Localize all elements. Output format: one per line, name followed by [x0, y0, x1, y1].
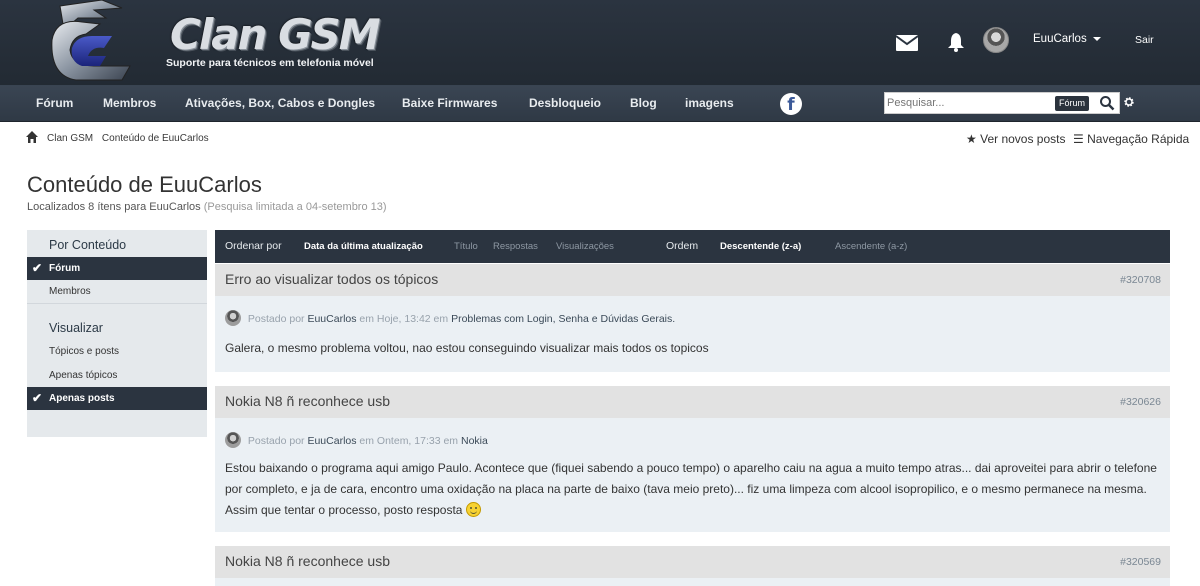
sidebar-item-forum[interactable]: ✔ Fórum	[27, 257, 207, 280]
sidebar-heading-content: Por Conteúdo	[49, 238, 127, 252]
result-id[interactable]: #320626	[1120, 396, 1161, 408]
breadcrumb-item-home[interactable]: Clan GSM	[47, 133, 93, 144]
logo-subtitle: Suporte para técnicos em telefonia móvel	[166, 57, 374, 69]
sidebar-heading-view: Visualizar	[49, 321, 103, 335]
post-meta: Postado por EuuCarlos em Ontem, 17:33 em…	[225, 432, 488, 448]
eagle-logo-icon	[51, 0, 131, 81]
menu-icon: ☰	[1073, 132, 1084, 146]
page-title: Conteúdo de EuuCarlos	[27, 172, 262, 197]
sidebar-item-label: Membros	[49, 286, 91, 297]
user-avatar[interactable]	[983, 27, 1009, 53]
sidebar-divider	[27, 303, 207, 304]
nav-item-forum[interactable]: Fórum	[36, 96, 73, 110]
breadcrumb: Clan GSM Conteúdo de EuuCarlos	[47, 133, 215, 144]
author-link[interactable]: EuuCarlos	[307, 435, 356, 447]
nav-item-members[interactable]: Membros	[103, 96, 156, 110]
user-menu[interactable]: EuuCarlos	[1033, 33, 1101, 45]
new-posts-label: Ver novos posts	[980, 132, 1066, 146]
forum-link[interactable]: Nokia	[461, 435, 488, 447]
sidebar-item-label: Apenas posts	[49, 393, 115, 404]
order-option-asc[interactable]: Ascendente (a-z)	[835, 241, 907, 252]
sort-option-views[interactable]: Visualizações	[556, 241, 614, 252]
search-box: Fórum	[884, 92, 1120, 114]
search-icon[interactable]	[1099, 95, 1115, 111]
nav-item-activations[interactable]: Ativações, Box, Cabos e Dongles	[185, 96, 375, 110]
site-logo[interactable]: Clan GSM Suporte para técnicos em telefo…	[42, 0, 382, 84]
sidebar-item-posts-only[interactable]: ✔ Apenas posts	[27, 387, 207, 410]
home-icon[interactable]	[25, 130, 39, 144]
check-icon: ✔	[32, 261, 43, 275]
author-link[interactable]: EuuCarlos	[307, 313, 356, 325]
forum-link[interactable]: Problemas com Login, Senha e Dúvidas Ger…	[451, 313, 675, 325]
result-header: Erro ao visualizar todos os tópicos #320…	[215, 264, 1170, 296]
gear-icon[interactable]	[1123, 96, 1135, 108]
post-date: em Hoje, 13:42 em	[359, 313, 449, 325]
search-limit-note: (Pesquisa limitada a 04-setembro 13)	[203, 201, 387, 213]
logout-link[interactable]: Sair	[1135, 34, 1154, 46]
result-id[interactable]: #320708	[1120, 274, 1161, 286]
site-header: Clan GSM Suporte para técnicos em telefo…	[0, 0, 1200, 86]
new-posts-link[interactable]: ★ Ver novos posts	[966, 132, 1066, 146]
results-count: Localizados 8 ítens para EuuCarlos	[27, 201, 201, 213]
search-result: Nokia N8 ñ reconhece usb #320626 Postado…	[215, 386, 1170, 532]
search-scope-button[interactable]: Fórum	[1055, 96, 1090, 111]
result-id[interactable]: #320569	[1120, 556, 1161, 568]
facebook-icon[interactable]: f	[780, 93, 802, 115]
bell-icon[interactable]	[946, 32, 966, 52]
search-result: Erro ao visualizar todos os tópicos #320…	[215, 264, 1170, 372]
result-title[interactable]: Nokia N8 ñ reconhece usb	[225, 393, 390, 409]
avatar[interactable]	[225, 432, 241, 448]
sidebar-item-topics-posts[interactable]: Tópicos e posts	[27, 340, 207, 363]
result-title[interactable]: Erro ao visualizar todos os tópicos	[225, 271, 438, 287]
search-result: Nokia N8 ñ reconhece usb #320569	[215, 546, 1170, 586]
nav-item-firmwares[interactable]: Baixe Firmwares	[402, 96, 497, 110]
sidebar-item-label: Apenas tópicos	[49, 370, 118, 381]
sidebar-item-topics-only[interactable]: Apenas tópicos	[27, 364, 207, 387]
search-input[interactable]	[887, 94, 1047, 112]
envelope-icon[interactable]	[896, 35, 918, 51]
sort-option-last-update[interactable]: Data da última atualização	[304, 241, 423, 252]
nav-item-images[interactable]: imagens	[685, 96, 734, 110]
post-text: Estou baixando o programa aqui amigo Pau…	[225, 461, 1157, 517]
sort-option-title[interactable]: Título	[454, 241, 478, 252]
sort-bar: Ordenar por Data da última atualização T…	[215, 230, 1170, 263]
sort-by-label: Ordenar por	[225, 240, 282, 252]
star-icon: ★	[966, 132, 977, 146]
filter-sidebar: Por Conteúdo ✔ Fórum Membros Visualizar …	[27, 230, 207, 437]
post-meta: Postado por EuuCarlos em Hoje, 13:42 em …	[225, 310, 675, 326]
logo-title: Clan GSM	[170, 10, 381, 59]
posted-by-label: Postado por	[247, 313, 305, 325]
check-icon: ✔	[32, 391, 43, 405]
breadcrumb-item-current: Conteúdo de EuuCarlos	[101, 133, 209, 144]
sidebar-item-label: Fórum	[49, 263, 81, 274]
posted-by-label: Postado por	[247, 435, 305, 447]
post-body: Galera, o mesmo problema voltou, nao est…	[225, 341, 709, 355]
post-date: em Ontem, 17:33 em	[359, 435, 459, 447]
smiley-icon	[465, 502, 481, 517]
results-summary: Localizados 8 ítens para EuuCarlos (Pesq…	[27, 201, 387, 213]
post-body: Estou baixando o programa aqui amigo Pau…	[225, 458, 1160, 521]
avatar[interactable]	[225, 310, 241, 326]
quick-nav-label: Navegação Rápida	[1087, 132, 1190, 146]
chevron-down-icon	[1092, 36, 1101, 41]
nav-item-unlock[interactable]: Desbloqueio	[529, 96, 601, 110]
order-option-desc[interactable]: Descentende (z-a)	[720, 241, 801, 252]
result-header: Nokia N8 ñ reconhece usb #320569	[215, 546, 1170, 578]
order-label: Ordem	[666, 240, 699, 252]
result-header: Nokia N8 ñ reconhece usb #320626	[215, 386, 1170, 418]
username-label: EuuCarlos	[1033, 33, 1087, 45]
quick-nav-link[interactable]: ☰ Navegação Rápida	[1073, 132, 1189, 146]
sort-option-replies[interactable]: Respostas	[493, 241, 538, 252]
sidebar-item-label: Tópicos e posts	[49, 346, 120, 357]
nav-item-blog[interactable]: Blog	[630, 96, 657, 110]
sidebar-item-members[interactable]: Membros	[27, 280, 207, 303]
